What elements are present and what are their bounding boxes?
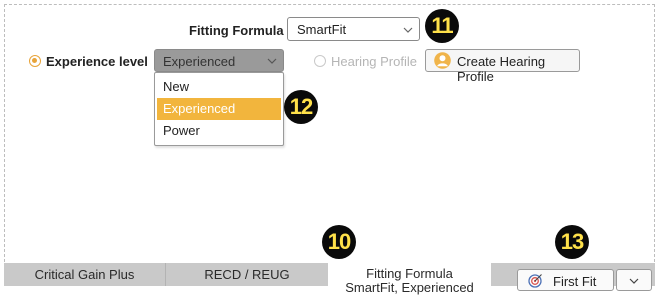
create-hearing-profile-label: Create Hearing Profile (457, 54, 546, 84)
fitting-formula-select[interactable]: SmartFit (287, 17, 420, 41)
create-hearing-profile-button[interactable]: Create Hearing Profile (425, 49, 580, 84)
callout-marker: 11 (425, 9, 459, 43)
fitting-formula-value: SmartFit (297, 22, 347, 37)
callout-marker: 13 (555, 225, 589, 259)
chevron-down-icon (403, 27, 413, 33)
experience-level-dropdown: New Experienced Power (154, 72, 284, 146)
bottom-tab-bar: Critical Gain Plus RECD / REUG Fitting F… (4, 263, 655, 295)
tab-subtitle: SmartFit, Experienced (345, 280, 474, 295)
experience-level-radio[interactable] (29, 55, 41, 67)
experience-level-select[interactable]: Experienced (154, 49, 284, 72)
hearing-profile-label: Hearing Profile (331, 54, 417, 69)
chevron-down-icon (629, 278, 639, 284)
fitting-formula-label: Fitting Formula (189, 23, 284, 38)
hearing-profile-radio[interactable] (314, 55, 326, 67)
tab-critical-gain-plus[interactable]: Critical Gain Plus (4, 263, 166, 286)
first-fit-label: First Fit (553, 274, 597, 289)
tab-fitting-formula[interactable]: Fitting Formula SmartFit, Experienced (328, 263, 491, 295)
chevron-down-icon (267, 58, 277, 64)
experience-level-value: Experienced (163, 54, 236, 69)
experience-level-label: Experience level (46, 54, 148, 69)
first-fit-button[interactable]: First Fit (517, 269, 614, 291)
callout-marker: 10 (322, 225, 356, 259)
tab-recd-reug[interactable]: RECD / REUG (166, 263, 328, 286)
first-fit-options-button[interactable] (616, 269, 652, 291)
dropdown-option-power[interactable]: Power (157, 120, 281, 142)
dropdown-option-new[interactable]: New (157, 76, 281, 98)
callout-marker: 12 (284, 90, 318, 124)
dropdown-option-experienced[interactable]: Experienced (157, 98, 281, 120)
person-icon (434, 52, 451, 69)
